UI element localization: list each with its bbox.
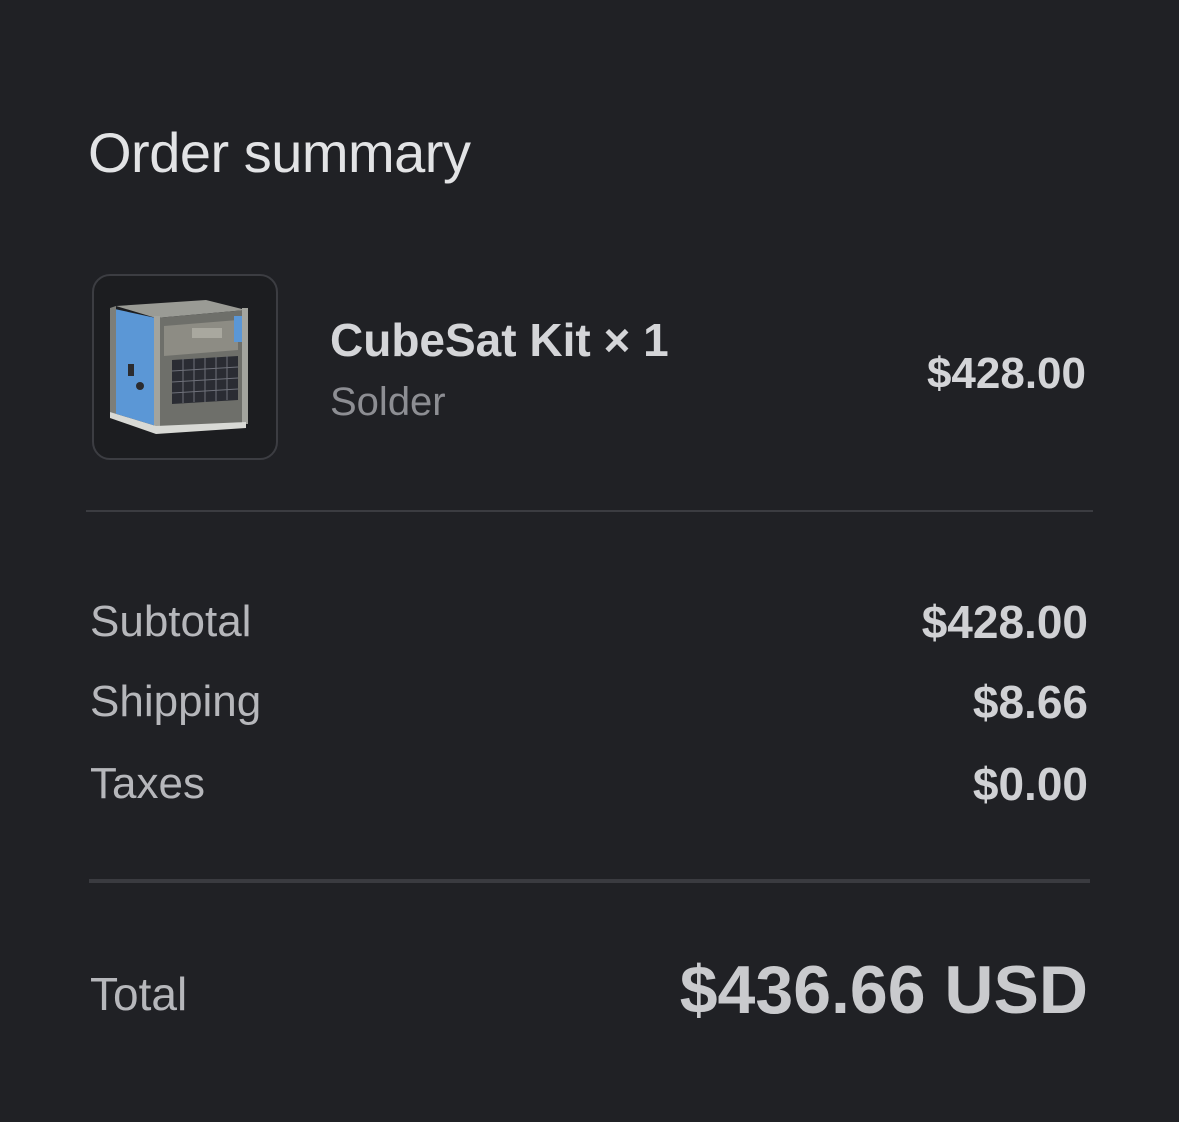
shipping-row: Shipping $8.66 [90,672,1088,732]
taxes-value: $0.00 [972,758,1088,810]
shipping-value: $8.66 [972,676,1088,728]
product-thumbnail [92,274,278,460]
taxes-row: Taxes $0.00 [90,754,1088,814]
subtotal-label: Subtotal [90,597,252,646]
subtotal-value: $428.00 [921,596,1088,648]
order-summary-title: Order summary [88,121,471,184]
total-divider [89,879,1090,883]
cubesat-product-image [110,300,248,434]
subtotal-row: Subtotal $428.00 [90,592,1088,652]
item-name: CubeSat Kit × 1 [330,314,669,366]
total-value: $436.66 USD [679,952,1088,1028]
item-price: $428.00 [926,349,1086,398]
line-item: CubeSat Kit × 1 Solder $428.00 [92,274,1086,460]
shipping-label: Shipping [90,677,262,726]
total-row: Total $436.66 USD [90,950,1088,1030]
item-variant: Solder [330,380,446,424]
divider [86,510,1093,512]
total-label: Total [90,968,188,1020]
taxes-label: Taxes [90,759,205,808]
